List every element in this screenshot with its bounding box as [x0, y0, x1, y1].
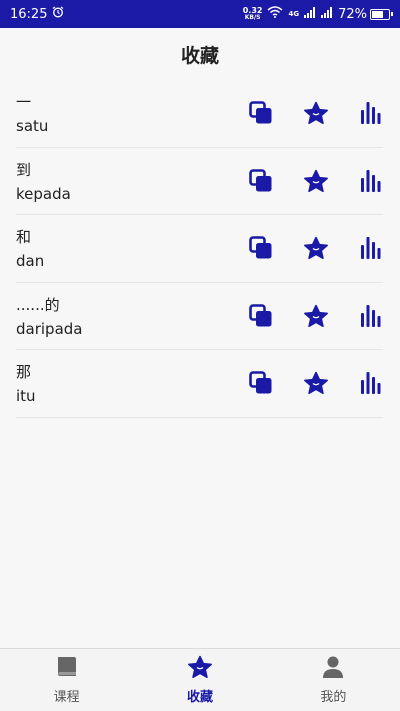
- foreign-word: kepada: [16, 184, 71, 203]
- foreign-word: dan: [16, 252, 45, 271]
- star-icon: [303, 371, 329, 395]
- native-word: 到: [16, 160, 32, 179]
- battery-percent: 72%: [338, 6, 367, 22]
- alarm-icon: [52, 6, 64, 22]
- copy-button[interactable]: [248, 168, 274, 194]
- word-pair: 到 kepada: [16, 159, 71, 203]
- copy-icon: [249, 101, 273, 125]
- copy-icon: [249, 303, 273, 328]
- bottom-nav: 课程 收藏 我的: [0, 648, 400, 711]
- favorites-list: 一 satu 到 kepada 和 dan ......的 daripada 那…: [16, 80, 383, 418]
- favorite-button[interactable]: [303, 303, 329, 329]
- nav-label: 收藏: [186, 690, 213, 705]
- status-bar: 16:25 0.32 KB/S 4G 72%: [0, 0, 400, 28]
- signal-icon-2: [321, 6, 333, 22]
- favorite-button[interactable]: [303, 235, 329, 261]
- nav-item-courses[interactable]: 课程: [0, 649, 133, 711]
- net-speed: 0.32 KB/S: [242, 6, 263, 22]
- word-pair: ......的 daripada: [16, 294, 82, 338]
- favorite-button[interactable]: [303, 370, 329, 396]
- bar-chart-icon: [360, 371, 382, 395]
- native-word: 那: [16, 363, 32, 382]
- person-icon: [321, 655, 345, 683]
- copy-icon: [249, 371, 273, 395]
- stats-button[interactable]: [358, 235, 384, 261]
- foreign-word: itu: [16, 387, 36, 406]
- favorite-row[interactable]: 到 kepada: [16, 148, 384, 215]
- star-icon: [303, 169, 329, 193]
- copy-button[interactable]: [248, 303, 274, 329]
- foreign-word: satu: [16, 117, 49, 136]
- copy-button[interactable]: [248, 235, 274, 261]
- favorite-button[interactable]: [303, 168, 329, 194]
- foreign-word: daripada: [16, 319, 83, 338]
- word-pair: 那 itu: [16, 361, 36, 405]
- favorite-row[interactable]: 那 itu: [16, 350, 383, 418]
- copy-button[interactable]: [248, 370, 274, 396]
- nav-label: 我的: [320, 690, 347, 705]
- native-word: 和: [16, 228, 32, 247]
- copy-button[interactable]: [248, 100, 274, 126]
- favorite-row[interactable]: 和 dan: [16, 215, 383, 283]
- copy-icon: [249, 236, 273, 260]
- native-word: 一: [16, 93, 32, 112]
- bar-chart-icon: [360, 304, 382, 328]
- row-actions: [248, 215, 384, 282]
- row-actions: [248, 350, 384, 417]
- wifi-icon: [267, 6, 283, 22]
- nav-item-me[interactable]: 我的: [267, 649, 400, 711]
- word-pair: 一 satu: [16, 91, 48, 135]
- favorite-row[interactable]: 一 satu: [16, 80, 383, 148]
- nav-item-favorites[interactable]: 收藏: [133, 649, 266, 711]
- page-title: 收藏: [180, 44, 219, 67]
- star-icon: [303, 101, 329, 125]
- stats-button[interactable]: [358, 370, 384, 396]
- header: 收藏: [0, 28, 400, 80]
- favorite-row[interactable]: ......的 daripada: [16, 283, 384, 350]
- status-time: 16:25: [10, 6, 48, 22]
- battery-icon: [370, 8, 393, 20]
- nav-label: 课程: [53, 690, 80, 705]
- bar-chart-icon: [360, 236, 382, 260]
- star-icon: [303, 236, 329, 260]
- network-type: 4G: [288, 10, 300, 18]
- word-pair: 和 dan: [16, 226, 44, 270]
- copy-icon: [249, 168, 273, 193]
- star-icon: [303, 304, 329, 328]
- stats-button[interactable]: [358, 303, 384, 329]
- row-actions: [248, 80, 384, 147]
- signal-icon: [304, 6, 316, 22]
- bar-chart-icon: [360, 169, 382, 193]
- row-actions: [248, 283, 384, 350]
- native-word: ......的: [16, 295, 60, 314]
- bar-chart-icon: [360, 101, 382, 125]
- star-icon: [187, 655, 213, 683]
- book-icon: [55, 655, 79, 683]
- row-actions: [248, 148, 384, 215]
- favorite-button[interactable]: [303, 100, 329, 126]
- stats-button[interactable]: [358, 100, 384, 126]
- stats-button[interactable]: [358, 168, 384, 194]
